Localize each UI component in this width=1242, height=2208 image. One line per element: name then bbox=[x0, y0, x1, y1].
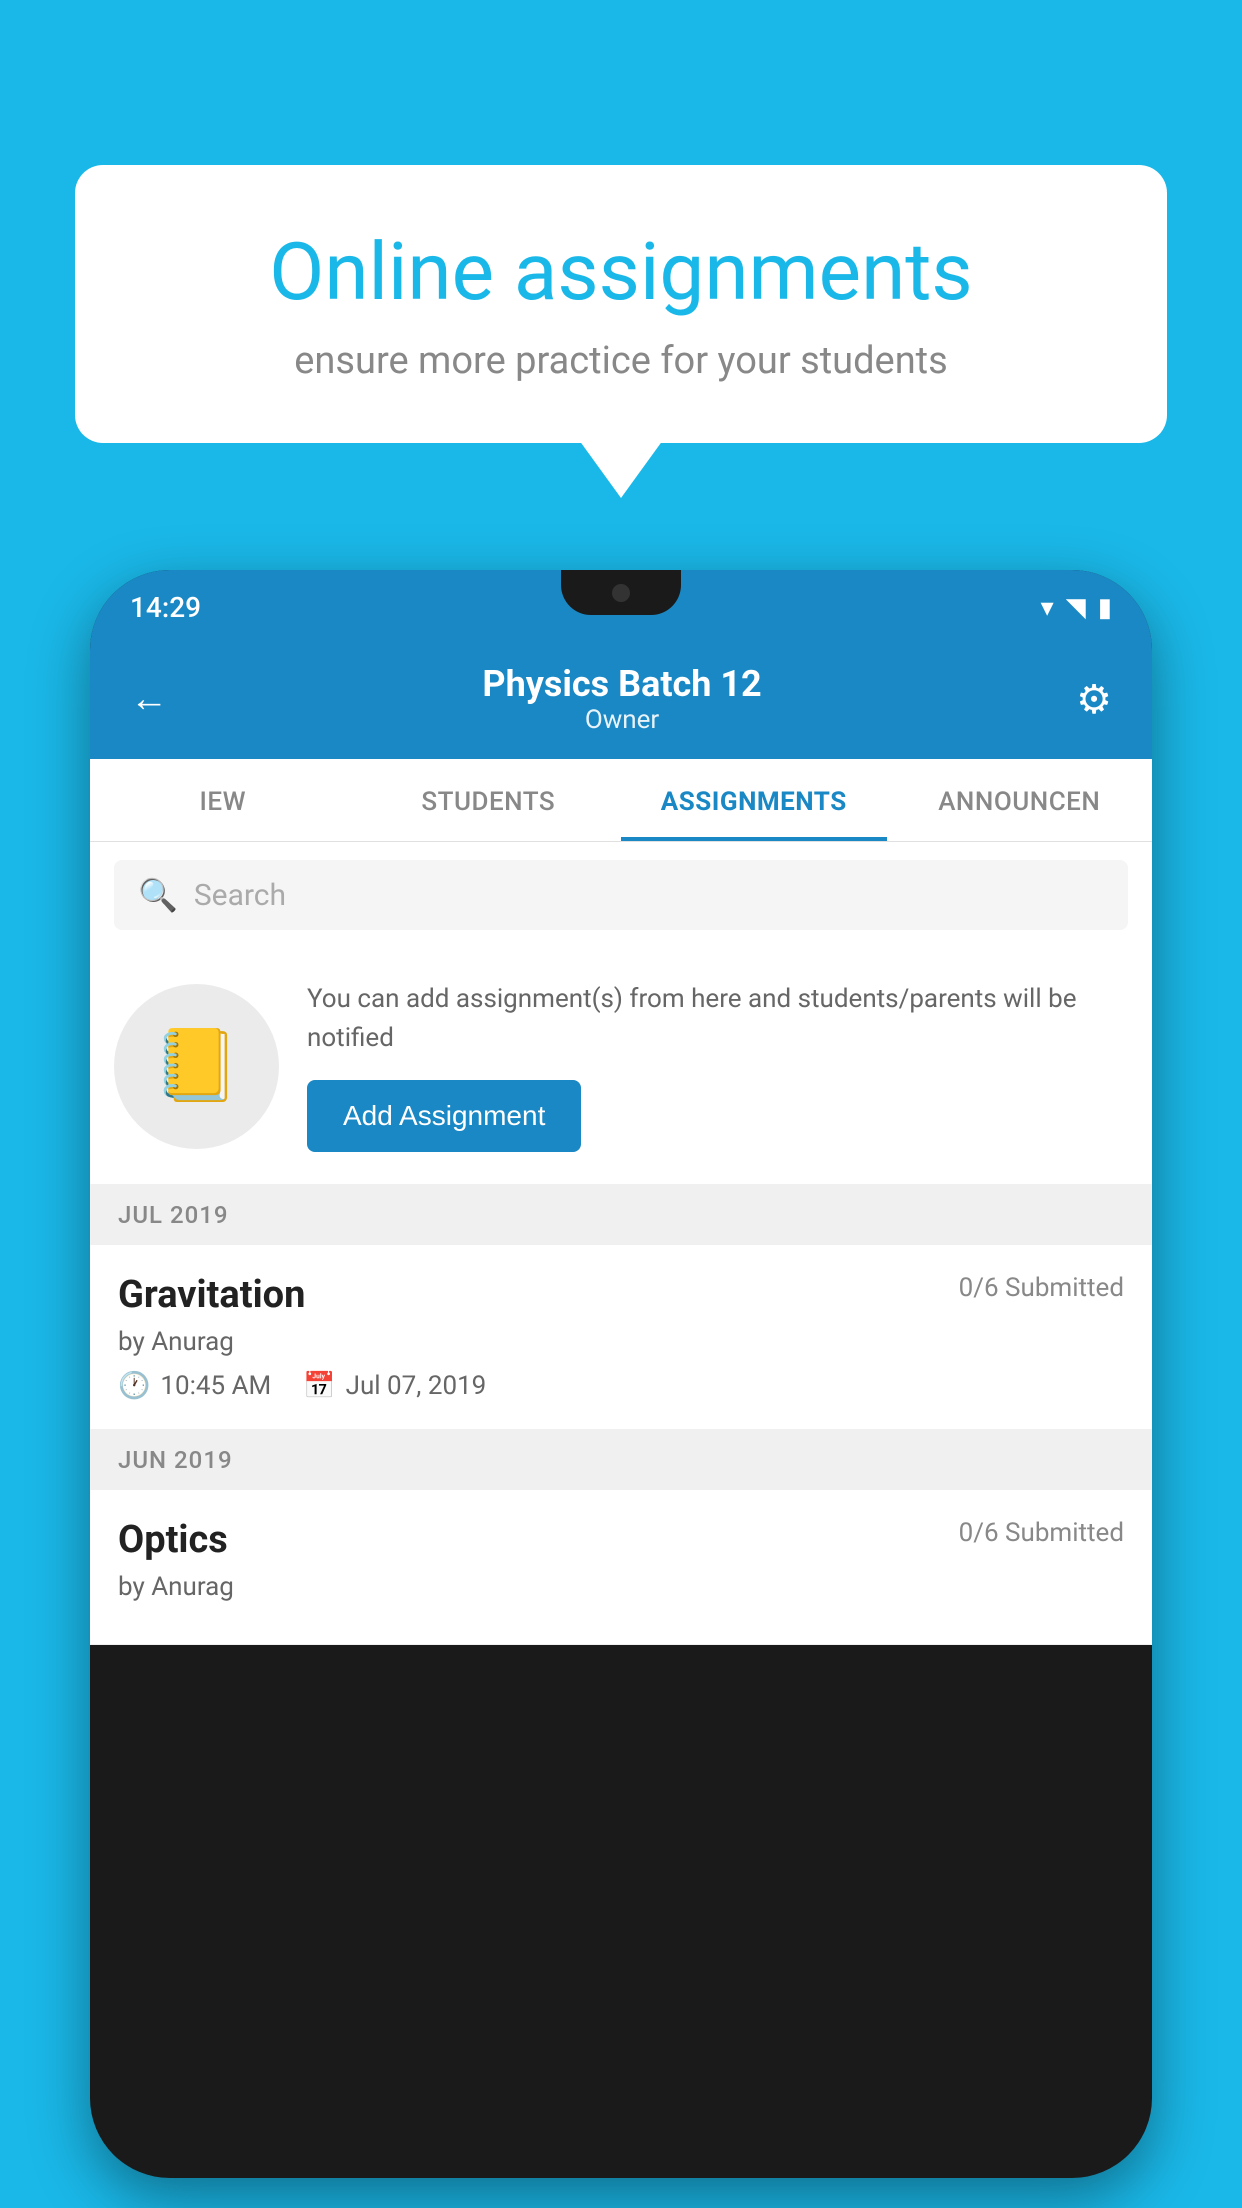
phone-frame: 14:29 ▾ ◥ ▮ ← Physics Batch 12 Owner ⚙ I… bbox=[90, 570, 1152, 2178]
status-icons: ▾ ◥ ▮ bbox=[1041, 593, 1112, 623]
header-subtitle: Owner bbox=[482, 705, 761, 735]
header-title: Physics Batch 12 bbox=[482, 663, 761, 705]
tab-assignments[interactable]: ASSIGNMENTS bbox=[621, 759, 887, 841]
signal-icon: ◥ bbox=[1066, 593, 1086, 623]
status-bar: 14:29 ▾ ◥ ▮ bbox=[90, 570, 1152, 645]
header-title-wrap: Physics Batch 12 Owner bbox=[482, 663, 761, 735]
speech-bubble-subtitle: ensure more practice for your students bbox=[145, 339, 1097, 383]
back-button[interactable]: ← bbox=[130, 677, 168, 721]
camera-dot bbox=[612, 584, 630, 602]
app-header: ← Physics Batch 12 Owner ⚙ bbox=[90, 645, 1152, 759]
battery-icon: ▮ bbox=[1098, 593, 1112, 623]
search-icon: 🔍 bbox=[138, 876, 178, 914]
status-time: 14:29 bbox=[130, 591, 201, 624]
assignment-name-optics: Optics bbox=[118, 1518, 228, 1562]
tabs-bar: IEW STUDENTS ASSIGNMENTS ANNOUNCEN bbox=[90, 759, 1152, 842]
section-header-jul: JUL 2019 bbox=[90, 1185, 1152, 1245]
tab-students[interactable]: STUDENTS bbox=[356, 759, 622, 841]
meta-date-gravitation: 📅 Jul 07, 2019 bbox=[303, 1371, 486, 1401]
wifi-icon: ▾ bbox=[1041, 593, 1054, 623]
search-box[interactable]: 🔍 Search bbox=[114, 860, 1128, 930]
assignment-author-optics: by Anurag bbox=[118, 1572, 1124, 1602]
phone-notch bbox=[561, 570, 681, 615]
assignment-item-gravitation[interactable]: Gravitation 0/6 Submitted by Anurag 🕐 10… bbox=[90, 1245, 1152, 1430]
tab-announcements[interactable]: ANNOUNCEN bbox=[887, 759, 1153, 841]
calendar-icon: 📅 bbox=[303, 1371, 335, 1401]
speech-bubble-title: Online assignments bbox=[145, 225, 1097, 319]
submitted-count-gravitation: 0/6 Submitted bbox=[959, 1273, 1124, 1303]
assignment-author-gravitation: by Anurag bbox=[118, 1327, 1124, 1357]
section-label-jul: JUL 2019 bbox=[118, 1201, 229, 1229]
assignment-header-row: Gravitation 0/6 Submitted bbox=[118, 1273, 1124, 1317]
promo-block: 📒 You can add assignment(s) from here an… bbox=[90, 948, 1152, 1185]
clock-icon: 🕐 bbox=[118, 1371, 150, 1401]
search-container: 🔍 Search bbox=[90, 842, 1152, 948]
assignment-meta-gravitation: 🕐 10:45 AM 📅 Jul 07, 2019 bbox=[118, 1371, 1124, 1401]
assignment-icon-circle: 📒 bbox=[114, 984, 279, 1149]
assignment-header-row-optics: Optics 0/6 Submitted bbox=[118, 1518, 1124, 1562]
submitted-count-optics: 0/6 Submitted bbox=[959, 1518, 1124, 1548]
notebook-icon: 📒 bbox=[153, 1025, 240, 1107]
assignment-item-optics[interactable]: Optics 0/6 Submitted by Anurag bbox=[90, 1490, 1152, 1645]
speech-bubble-card: Online assignments ensure more practice … bbox=[75, 165, 1167, 443]
settings-icon[interactable]: ⚙ bbox=[1076, 676, 1112, 723]
section-header-jun: JUN 2019 bbox=[90, 1430, 1152, 1490]
time-value-gravitation: 10:45 AM bbox=[160, 1371, 271, 1401]
tab-iew[interactable]: IEW bbox=[90, 759, 356, 841]
search-placeholder: Search bbox=[194, 878, 286, 913]
meta-time-gravitation: 🕐 10:45 AM bbox=[118, 1371, 271, 1401]
add-assignment-button[interactable]: Add Assignment bbox=[307, 1080, 581, 1152]
assignment-name-gravitation: Gravitation bbox=[118, 1273, 305, 1317]
promo-right: You can add assignment(s) from here and … bbox=[307, 980, 1128, 1152]
promo-description: You can add assignment(s) from here and … bbox=[307, 980, 1128, 1058]
section-label-jun: JUN 2019 bbox=[118, 1446, 233, 1474]
date-value-gravitation: Jul 07, 2019 bbox=[346, 1371, 487, 1401]
